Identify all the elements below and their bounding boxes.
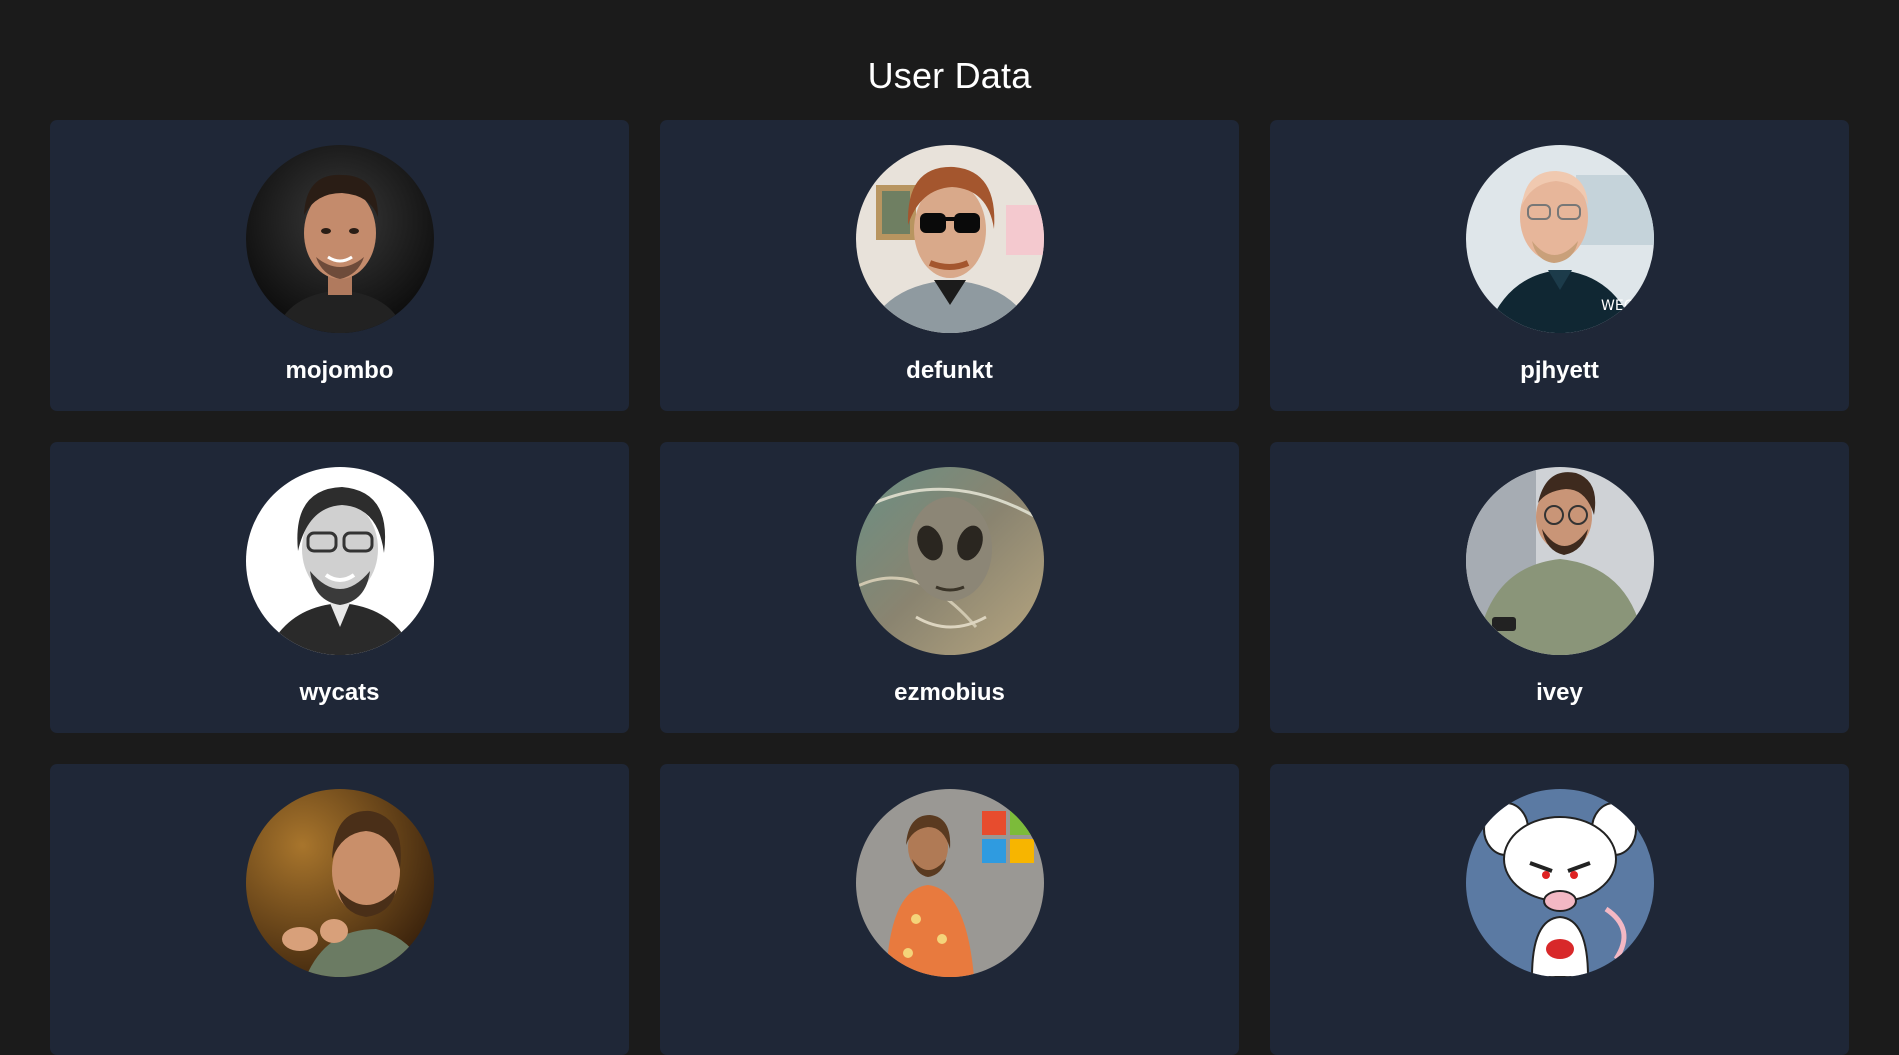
user-card[interactable]: defunkt — [660, 120, 1239, 411]
user-card[interactable]: WEC pjhyett — [1270, 120, 1849, 411]
user-card[interactable] — [50, 764, 629, 1055]
avatar — [855, 789, 1044, 977]
username: mojombo — [285, 357, 394, 384]
username: defunkt — [906, 357, 993, 384]
avatar — [245, 145, 434, 333]
username: wycats — [299, 679, 380, 706]
page-title: User Data — [867, 55, 1032, 96]
avatar — [855, 467, 1044, 655]
svg-text:WEC: WEC — [1601, 298, 1634, 314]
avatar: WEC — [1465, 145, 1654, 333]
avatar — [855, 145, 1044, 333]
user-card[interactable]: mojombo — [50, 120, 629, 411]
avatar — [245, 467, 434, 655]
username: ezmobius — [894, 679, 1005, 706]
avatar — [245, 789, 434, 977]
username: pjhyett — [1520, 357, 1599, 384]
user-card[interactable]: ivey — [1270, 442, 1849, 733]
user-card[interactable]: ezmobius — [660, 442, 1239, 733]
avatar — [1465, 789, 1654, 977]
user-card[interactable] — [660, 764, 1239, 1055]
user-card[interactable]: wycats — [50, 442, 629, 733]
username: ivey — [1536, 679, 1583, 706]
user-card[interactable] — [1270, 764, 1849, 1055]
user-grid: mojombo defunkt WEC pjhyett wycats ezmob… — [50, 120, 1849, 1055]
avatar — [1465, 467, 1654, 655]
